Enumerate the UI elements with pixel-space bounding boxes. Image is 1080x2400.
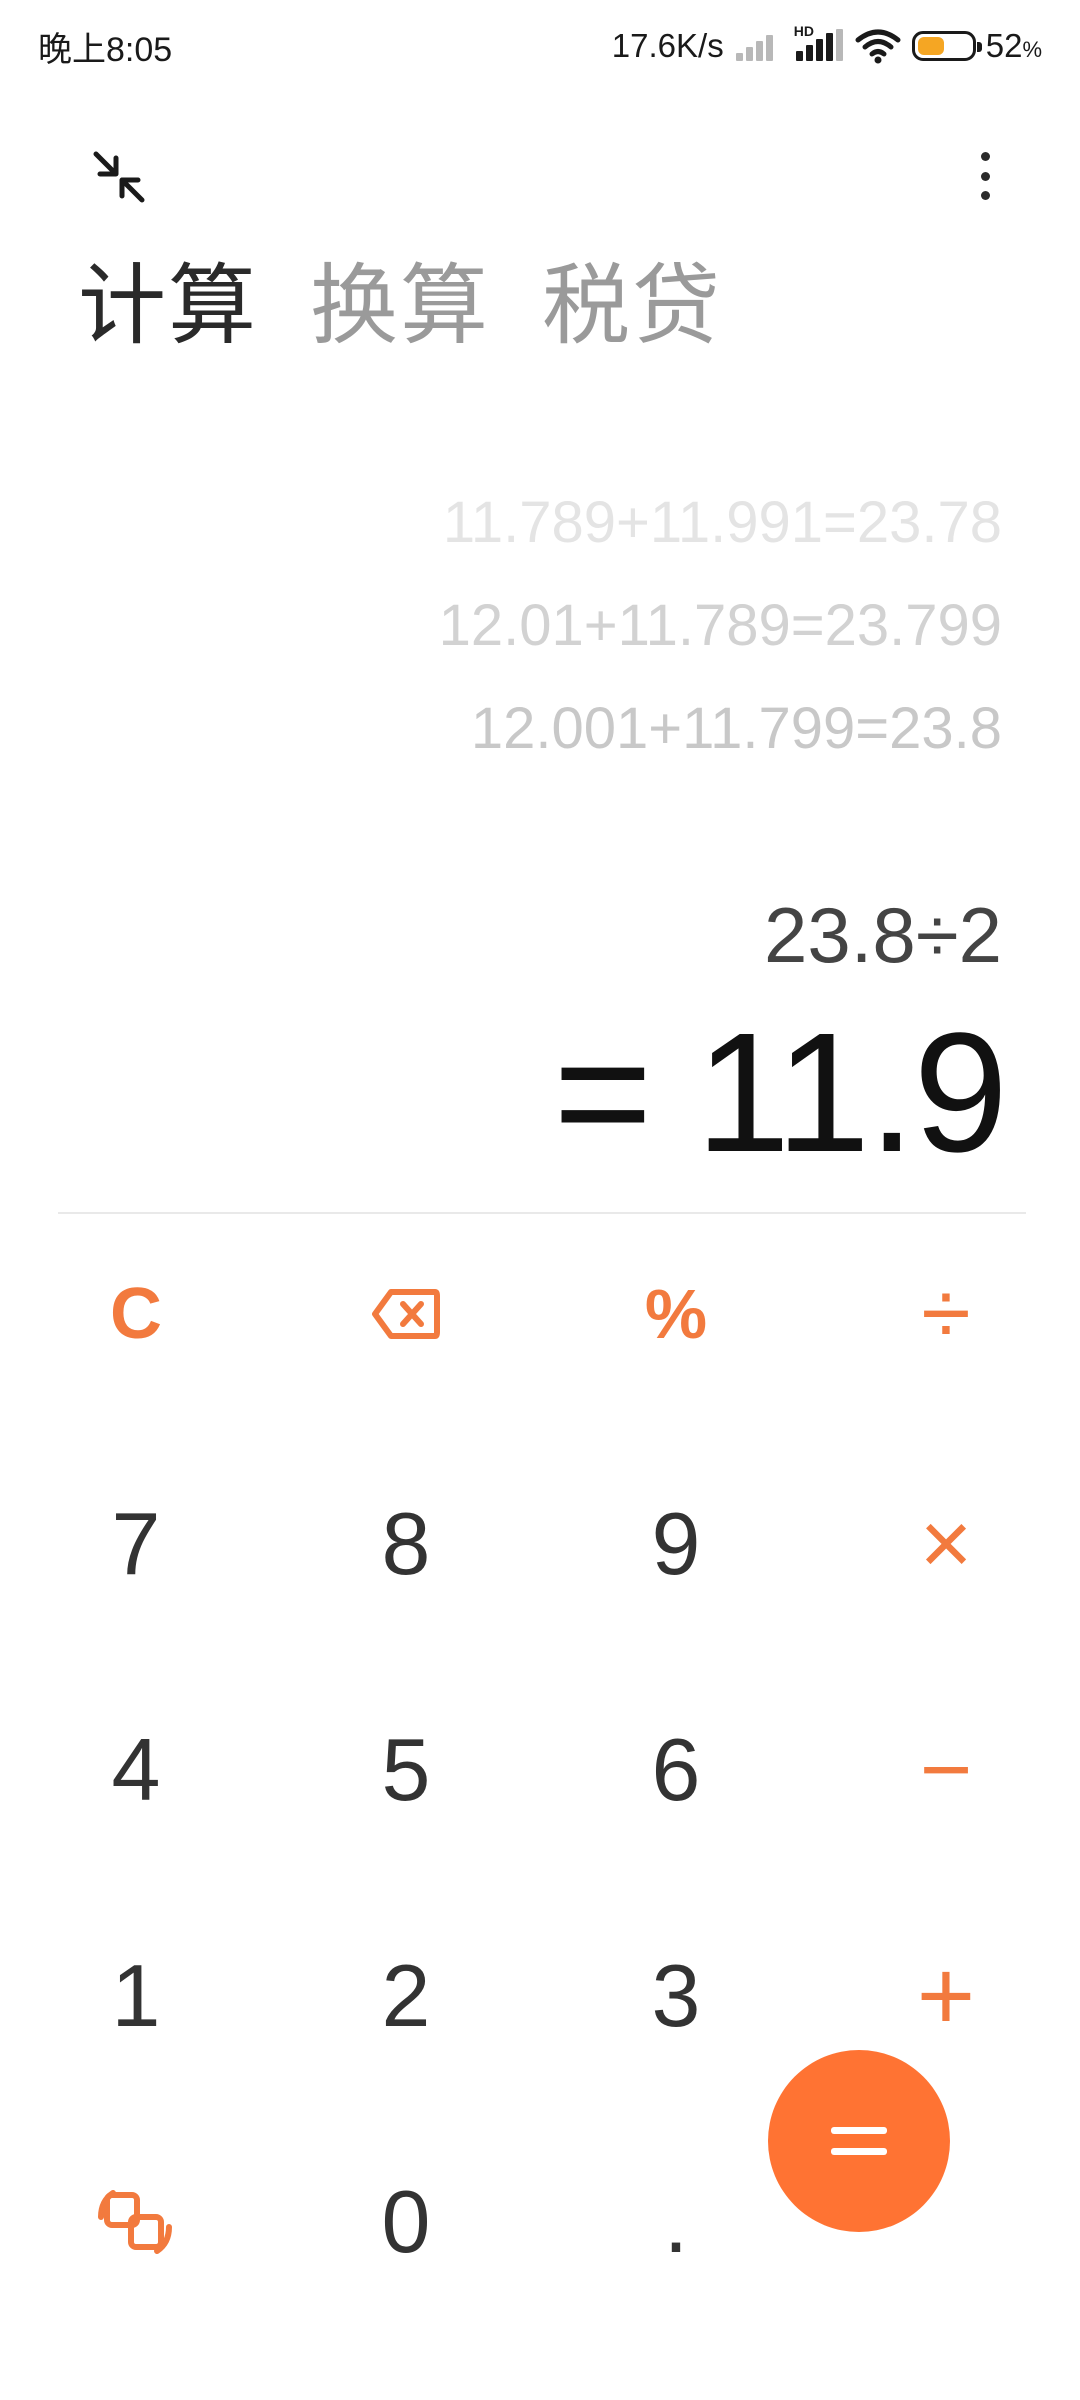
more-dot <box>980 152 990 161</box>
equals-icon <box>831 2127 887 2155</box>
tab-calculate[interactable]: 计算 <box>78 262 258 350</box>
status-bar: 晚上8:05 17.6K/s HD 52% <box>0 0 1080 92</box>
hd-label: HD <box>793 23 814 39</box>
more-vertical-icon[interactable] <box>970 148 1000 204</box>
backspace-button[interactable] <box>306 1234 506 1394</box>
tab-convert[interactable]: 换算 <box>310 262 490 350</box>
digit-9-button[interactable]: 9 <box>576 1464 776 1624</box>
result-display: = 11.9 <box>553 998 1008 1188</box>
wifi-icon <box>855 29 901 64</box>
battery-value: 52 <box>985 27 1023 64</box>
divider <box>58 1212 1026 1214</box>
digit-8-button[interactable]: 8 <box>306 1464 506 1624</box>
equals-button[interactable] <box>768 2050 950 2232</box>
signal-1-icon <box>734 29 784 63</box>
status-time: 晚上8:05 <box>38 31 173 69</box>
decimal-button[interactable]: . <box>576 2142 776 2302</box>
percent-button[interactable]: % <box>576 1234 776 1394</box>
shrink-arrows-icon[interactable] <box>92 150 146 204</box>
digit-6-button[interactable]: 6 <box>576 1690 776 1850</box>
battery-icon <box>911 31 982 61</box>
digit-2-button[interactable]: 2 <box>306 1916 506 2076</box>
network-speed: 17.6K/s <box>611 27 724 64</box>
history-item[interactable]: 12.001+11.799=23.8 <box>102 684 1002 787</box>
tab-tax-loan[interactable]: 税贷 <box>542 262 722 350</box>
divide-button[interactable]: ÷ <box>846 1234 1046 1394</box>
signal-2-icon: HD <box>794 23 844 63</box>
scientific-switch-icon <box>98 2190 172 2254</box>
more-dot <box>980 191 990 200</box>
history-item[interactable]: 12.01+11.789=23.799 <box>102 581 1002 684</box>
clear-button[interactable]: C <box>36 1234 236 1394</box>
mode-tabs: 计算 换算 税贷 <box>78 262 722 350</box>
digit-7-button[interactable]: 7 <box>36 1464 236 1624</box>
history-list: 11.789+11.991=23.78 12.01+11.789=23.799 … <box>102 478 1002 787</box>
battery-unit: % <box>1022 37 1042 62</box>
status-icons: 17.6K/s HD 52% <box>612 22 1042 70</box>
digit-3-button[interactable]: 3 <box>576 1916 776 2076</box>
more-dot <box>980 171 990 181</box>
minus-button[interactable]: − <box>846 1690 1046 1850</box>
expression-display: 23.8÷2 <box>764 891 1002 979</box>
multiply-button[interactable]: × <box>846 1464 1046 1624</box>
digit-0-button[interactable]: 0 <box>306 2142 506 2302</box>
digit-5-button[interactable]: 5 <box>306 1690 506 1850</box>
digit-4-button[interactable]: 4 <box>36 1690 236 1850</box>
battery-percent: 52% <box>986 27 1042 65</box>
digit-1-button[interactable]: 1 <box>36 1916 236 2076</box>
scientific-switch-button[interactable] <box>36 2142 236 2302</box>
history-item[interactable]: 11.789+11.991=23.78 <box>102 478 1002 581</box>
backspace-icon <box>372 1289 440 1339</box>
